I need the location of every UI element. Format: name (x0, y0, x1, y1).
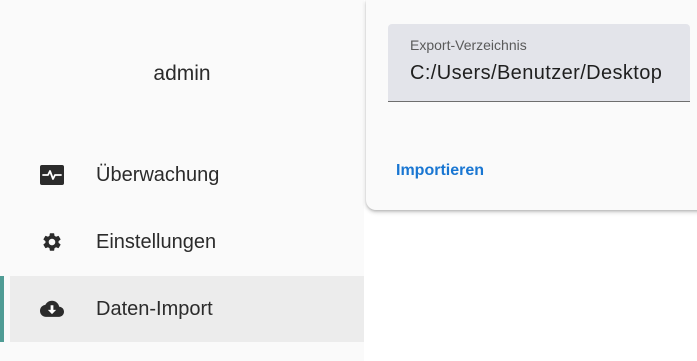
import-button[interactable]: Importieren (396, 162, 484, 180)
sidebar: admin Überwachung Einstellungen Daten-Im… (0, 0, 364, 361)
sidebar-username: admin (153, 62, 211, 85)
gear-icon (40, 230, 64, 254)
sidebar-item-label: Daten-Import (96, 297, 213, 320)
export-directory-label: Export-Verzeichnis (410, 37, 527, 53)
monitor-heartbeat-icon (40, 163, 64, 187)
export-directory-input[interactable]: C:/Users/Benutzer/Desktop (410, 62, 662, 85)
sidebar-item-label: Einstellungen (96, 230, 217, 253)
export-directory-field[interactable]: Export-Verzeichnis C:/Users/Benutzer/Des… (388, 24, 690, 102)
sidebar-item-daten-import[interactable]: Daten-Import (0, 276, 364, 342)
sidebar-item-einstellungen[interactable]: Einstellungen (10, 209, 364, 275)
export-card: Export-Verzeichnis C:/Users/Benutzer/Des… (366, 0, 697, 210)
cloud-download-icon (40, 297, 64, 321)
sidebar-item-ueberwachung[interactable]: Überwachung (10, 142, 364, 208)
sidebar-item-label: Überwachung (96, 163, 220, 186)
